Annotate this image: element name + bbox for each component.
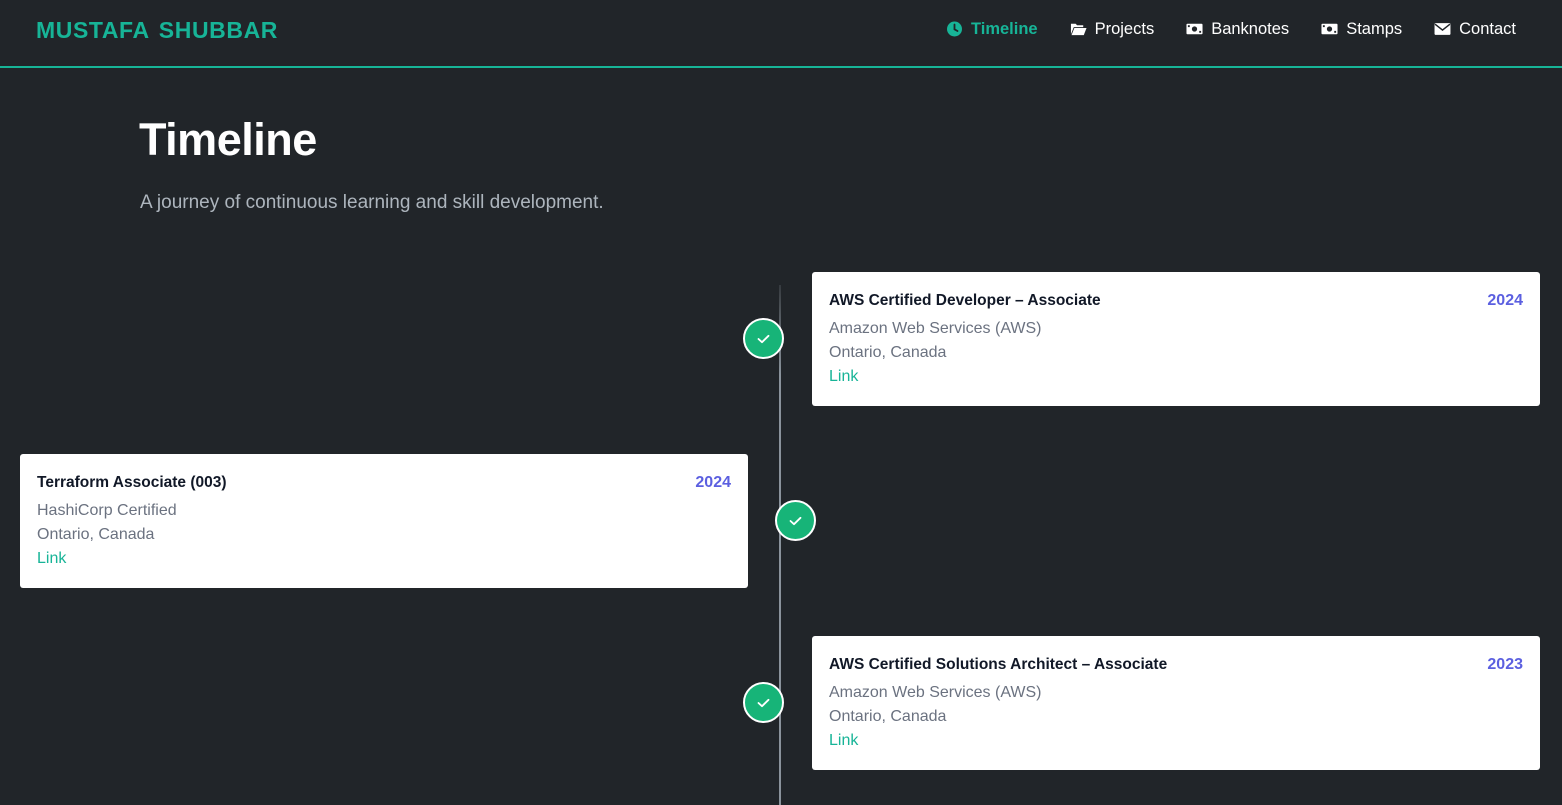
card-organization: Amazon Web Services (AWS) <box>829 684 1042 701</box>
folder-open-icon <box>1070 21 1087 37</box>
nav-item-stamps[interactable]: Stamps <box>1321 18 1402 40</box>
card-link[interactable]: Link <box>37 549 66 569</box>
nav-links: Timeline Projects Banknotes Stamps Conta… <box>946 18 1516 40</box>
nav-label: Contact <box>1459 20 1516 38</box>
navbar: MUSTAFA SHUBBAR Timeline Projects Bankno… <box>0 0 1562 68</box>
card-title: Terraform Associate (003) <box>37 474 227 491</box>
card-organization: Amazon Web Services (AWS) <box>829 320 1042 337</box>
timeline-card: AWS Certified Developer – Associate 2024… <box>812 272 1540 406</box>
card-year: 2024 <box>695 474 731 491</box>
stamp-icon <box>1321 21 1338 37</box>
card-organization: HashiCorp Certified <box>37 502 177 519</box>
card-title: AWS Certified Developer – Associate <box>829 292 1101 309</box>
page-subtitle: A journey of continuous learning and ski… <box>140 192 604 213</box>
timeline-line <box>779 285 781 805</box>
nav-item-contact[interactable]: Contact <box>1434 18 1516 40</box>
envelope-icon <box>1434 21 1451 37</box>
card-location: Ontario, Canada <box>829 344 947 361</box>
nav-item-projects[interactable]: Projects <box>1070 18 1155 40</box>
timeline-marker <box>775 500 816 541</box>
card-year: 2023 <box>1487 656 1523 673</box>
nav-item-timeline[interactable]: Timeline <box>946 18 1038 40</box>
card-link[interactable]: Link <box>829 367 858 387</box>
card-location: Ontario, Canada <box>37 526 155 543</box>
card-link[interactable]: Link <box>829 731 858 751</box>
card-location: Ontario, Canada <box>829 708 947 725</box>
check-icon <box>789 516 802 526</box>
check-icon <box>757 698 770 708</box>
nav-label: Banknotes <box>1211 20 1290 38</box>
card-title: AWS Certified Solutions Architect – Asso… <box>829 656 1168 673</box>
timeline-marker <box>743 682 784 723</box>
nav-label: Stamps <box>1346 20 1403 38</box>
timeline-marker <box>743 318 784 359</box>
page-title: Timeline <box>139 114 317 165</box>
clock-icon <box>946 21 963 37</box>
brand-logo[interactable]: MUSTAFA SHUBBAR <box>36 16 278 44</box>
nav-item-banknotes[interactable]: Banknotes <box>1186 18 1289 40</box>
timeline-card: Terraform Associate (003) 2024 HashiCorp… <box>20 454 748 588</box>
nav-label: Projects <box>1094 20 1155 38</box>
timeline-card: AWS Certified Solutions Architect – Asso… <box>812 636 1540 770</box>
banknote-icon <box>1186 21 1203 37</box>
card-year: 2024 <box>1487 292 1523 309</box>
nav-label: Timeline <box>970 20 1038 38</box>
check-icon <box>757 334 770 344</box>
